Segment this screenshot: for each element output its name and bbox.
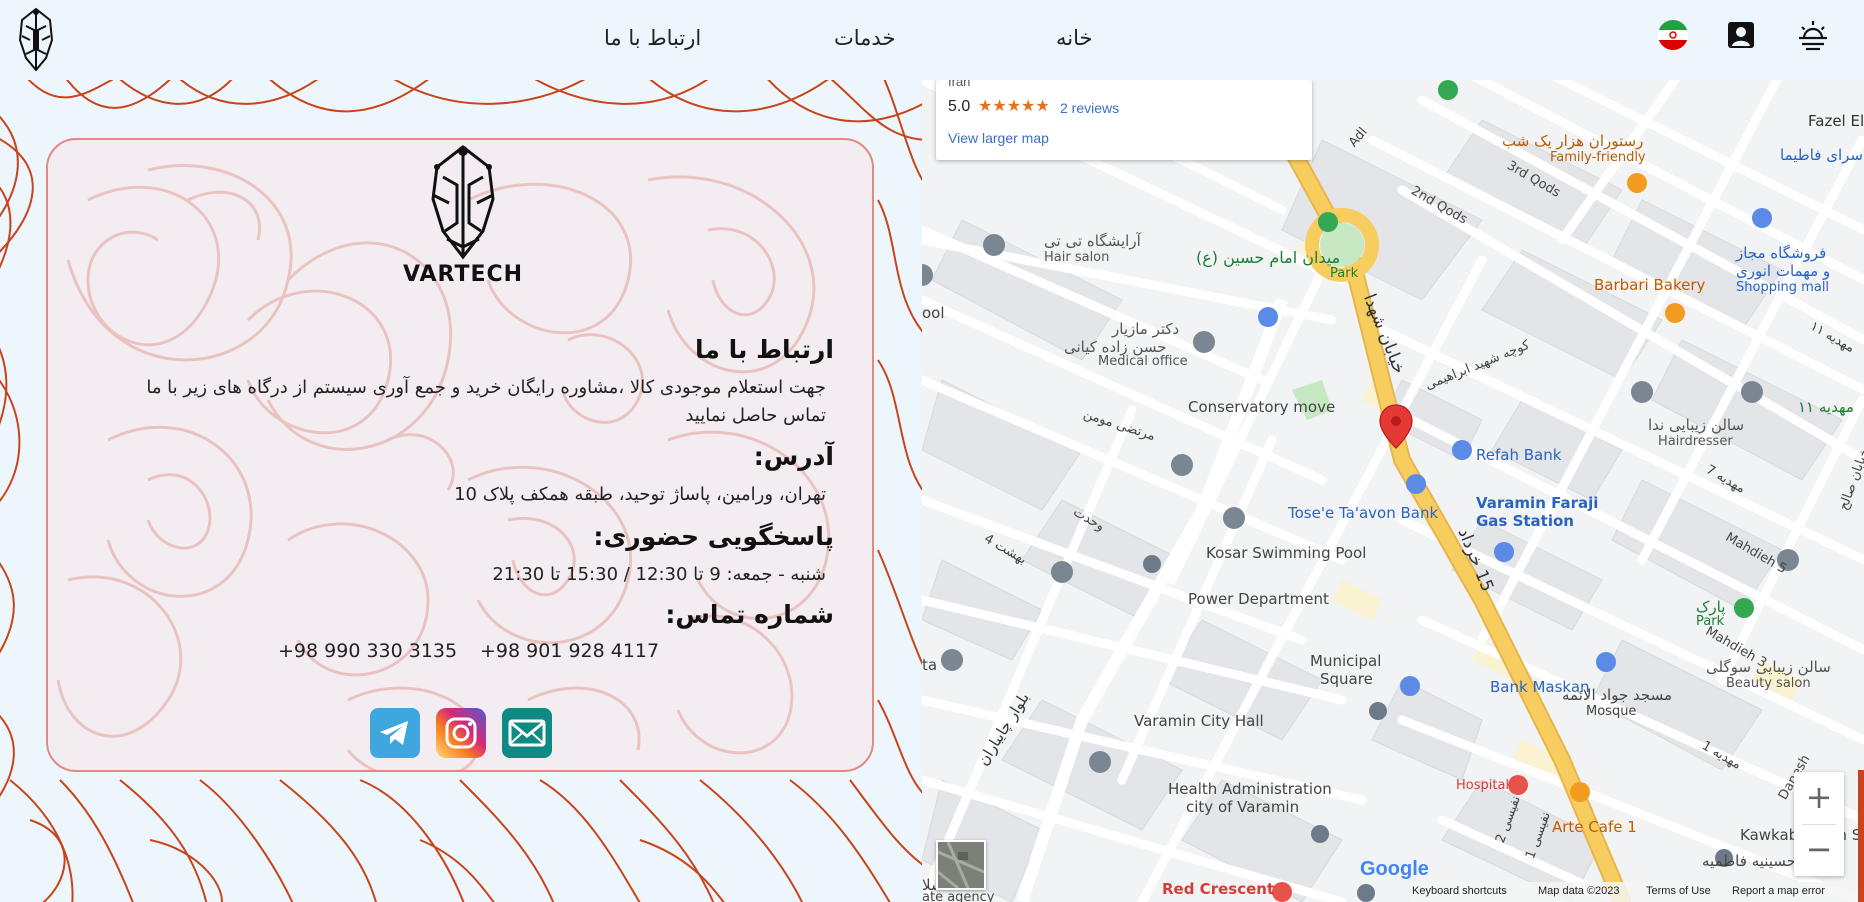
map-label: Power Department [1188,590,1329,608]
map-label: Family-friendly [1550,150,1646,165]
map-label: ool [922,304,945,322]
map-label: ta [922,656,938,674]
map-label: Refah Bank [1476,446,1562,464]
map-label: Kosar Swimming Pool [1206,544,1367,562]
map-label: Varamin Faraji [1476,494,1599,512]
place-rating: 5.0 [948,98,971,115]
address-text: تهران، ورامین، پاساژ توحید، طبقه همکف پل… [454,484,826,505]
place-country: Iran [948,80,971,89]
contact-title: ارتباط با ما [695,335,834,364]
map-label: Conservatory move [1188,398,1336,416]
hours-text: شنبه - جمعه: 9 تا 12:30 / 15:30 تا 21:30 [492,564,826,585]
map-label: سرای فاطیما [1780,146,1863,164]
map-label: و مهمات انوری [1736,262,1831,280]
map-label: Red Crescent [1162,880,1275,898]
rating-stars: ★★★★★ [978,96,1050,115]
map-label: Park [1330,266,1359,281]
map-label: Fazel Electri [1808,112,1864,130]
view-larger-map-link[interactable]: View larger map [948,130,1049,146]
map-label: city of Varamin [1186,798,1300,816]
phone-number-1[interactable]: +98 901 928 4117 [480,640,659,662]
map-label: حسینیه فاطمیه [1702,852,1796,870]
user-account-icon[interactable] [1724,18,1758,52]
contact-card: VARTECH ارتباط با ما جهت استعلام موجودی … [46,138,874,772]
map-label: Mosque [1586,704,1637,719]
iran-flag-icon[interactable] [1656,18,1690,52]
phone-title: شماره تماس: [665,600,834,629]
map-label: Municipal [1310,652,1382,670]
map-label: Square [1320,670,1373,688]
brand-name: VARTECH [402,262,524,287]
map-label: سالن زیبایی سوگلی [1706,658,1831,676]
contact-intro-line2: تماس حاصل نمایید [685,405,826,426]
map-label: Tose'e Ta'avon Bank [1288,504,1439,522]
telegram-icon[interactable] [370,708,420,758]
map-label: Barbari Bakery [1594,276,1706,294]
satellite-thumbnail-icon [937,841,985,890]
map-label: مهدیه ۱۱ [1798,398,1854,416]
map-label: مسجد جواد الائمه [1562,686,1672,704]
map-label: Shopping mall [1736,280,1830,295]
zoom-in-button[interactable]: + [1794,772,1844,824]
map-label: Hospital [1456,778,1510,793]
map-label: Varamin City Hall [1134,712,1264,730]
map-canvas[interactable] [922,80,1864,902]
vartech-helmet-logo[interactable] [14,6,58,74]
map-label: Medical office [1098,354,1188,369]
keyboard-shortcuts-link[interactable]: Keyboard shortcuts [1412,885,1507,897]
map-label: دکتر مازیار [1112,320,1180,338]
map-label: Hairdresser [1658,434,1733,449]
map-label: Arte Cafe 1 [1552,818,1637,836]
site-header: خانه خدمات ارتباط با ما [0,0,1864,80]
map-label: سالن زیبایی ندا [1648,416,1745,434]
map-label: فروشگاه مجاز [1736,244,1827,262]
map-label: Gas Station [1476,512,1574,530]
map-footer: Keyboard shortcuts Map data ©2023 Terms … [1410,882,1864,902]
nav-home[interactable]: خانه [1056,26,1092,50]
map-label: آرایشگاه تی تی [1044,232,1141,250]
map-label: Health Administration [1168,780,1332,798]
report-error-link[interactable]: Report a map error [1732,885,1825,897]
satellite-layer-toggle[interactable] [936,840,986,890]
nav-contact[interactable]: ارتباط با ما [604,26,701,50]
theme-toggle-sunset-icon[interactable] [1796,18,1830,52]
phone-number-2[interactable]: +98 990 330 3135 [278,640,457,662]
edge-accent [1858,770,1864,902]
reviews-link[interactable]: 2 reviews [1060,100,1119,116]
zoom-out-button[interactable]: − [1794,824,1844,876]
place-info-card: Iran 5.0 ★★★★★ 2 reviews View larger map [936,80,1312,160]
vartech-brand-logo [431,145,495,260]
address-title: آدرس: [753,442,834,471]
google-map-embed[interactable]: Fazel Electri رستوران هزار یک شب Family-… [922,80,1864,902]
instagram-icon[interactable] [436,708,486,758]
zoom-controls: + − [1794,772,1844,876]
google-logo: Google [1360,858,1429,880]
hours-title: پاسخگویی حضوری: [593,522,834,551]
contact-section: VARTECH ارتباط با ما جهت استعلام موجودی … [0,80,922,902]
email-icon[interactable] [502,708,552,758]
map-data-credit: Map data ©2023 [1538,885,1620,897]
contact-intro-line1: جهت استعلام موجودی کالا ،مشاوره رایگان خ… [146,377,826,398]
map-label: Hair salon [1044,250,1110,265]
map-label: میدان امام حسین (ع) [1196,248,1341,267]
terms-link[interactable]: Terms of Use [1646,885,1711,897]
map-label: Beauty salon [1726,676,1811,691]
map-label: رستوران هزار یک شب [1502,132,1644,150]
nav-services[interactable]: خدمات [834,26,895,50]
